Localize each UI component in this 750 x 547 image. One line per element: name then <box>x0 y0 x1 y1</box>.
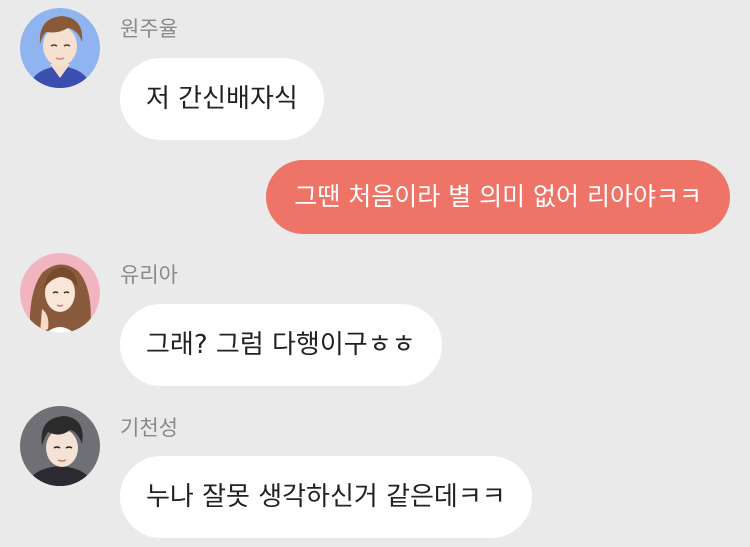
chat-message: 그땐 처음이라 별 의미 없어 리아야ㅋㅋ <box>0 140 750 240</box>
incoming-message-bubble[interactable]: 저 간신배자식 <box>120 58 324 140</box>
avatar-brown-hair-male-icon[interactable] <box>20 8 100 88</box>
chat-message: 기천성 누나 잘못 생각하신거 같은데ㅋㅋ <box>0 397 750 547</box>
sender-name: 원주율 <box>120 17 178 41</box>
avatar-dark-hair-male-icon[interactable] <box>20 406 100 486</box>
sender-name: 기천성 <box>120 416 178 440</box>
incoming-message-bubble[interactable]: 그래? 그럼 다행이구ㅎㅎ <box>120 304 442 386</box>
incoming-message-bubble[interactable]: 누나 잘못 생각하신거 같은데ㅋㅋ <box>120 456 532 538</box>
outgoing-message-bubble[interactable]: 그땐 처음이라 별 의미 없어 리아야ㅋㅋ <box>266 160 730 234</box>
avatar-long-hair-female-icon[interactable] <box>20 253 100 333</box>
chat-message: 유리아 그래? 그럼 다행이구ㅎㅎ <box>0 245 750 395</box>
sender-name: 유리아 <box>120 263 178 287</box>
chat-message: 원주율 저 간신배자식 <box>0 0 750 140</box>
